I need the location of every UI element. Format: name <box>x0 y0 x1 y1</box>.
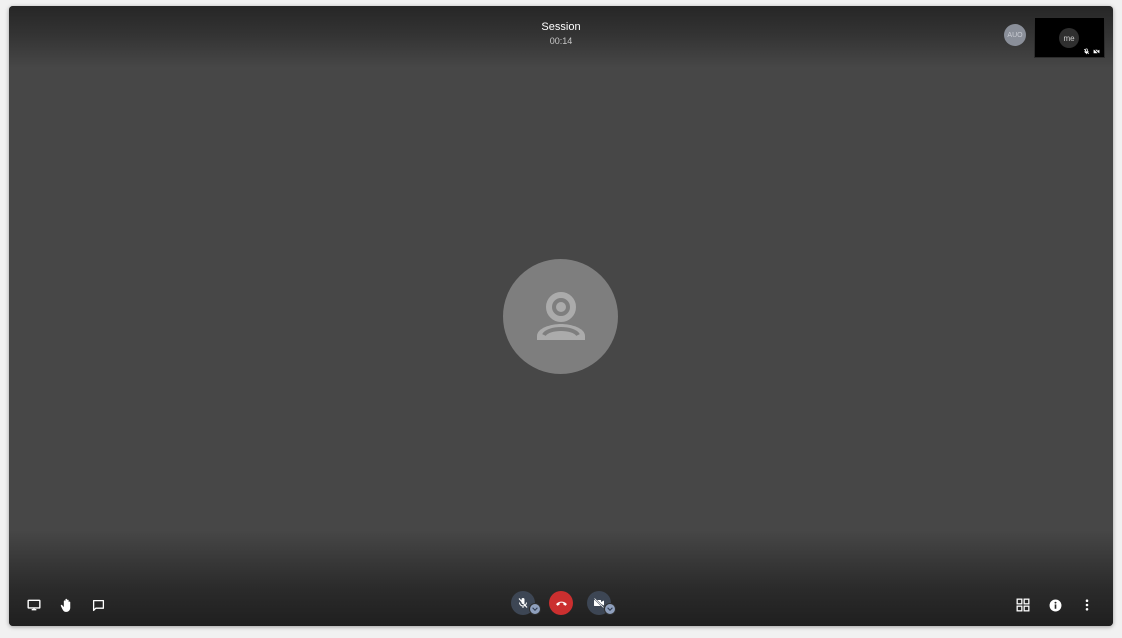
self-video-tile[interactable]: me <box>1034 17 1105 58</box>
mic-off-icon <box>518 598 528 608</box>
chevron-down-icon <box>607 607 613 611</box>
screen-share-button[interactable] <box>22 593 46 617</box>
meeting-window: Session 00:14 AUO me <box>9 6 1113 626</box>
info-button[interactable] <box>1043 593 1067 617</box>
session-timer: 00:14 <box>549 36 573 46</box>
mic-off-mini-icon <box>1083 48 1090 55</box>
chat-bubble-icon <box>92 599 104 611</box>
person-icon <box>536 291 585 340</box>
session-title: Session <box>541 21 581 33</box>
more-vertical-icon <box>1085 599 1089 611</box>
chat-button[interactable] <box>86 593 110 617</box>
hangup-button[interactable] <box>549 591 573 615</box>
self-avatar: me <box>1059 28 1079 48</box>
hand-icon <box>60 598 70 612</box>
more-options-button[interactable] <box>1075 593 1099 617</box>
session-header: Session 00:14 <box>9 20 1113 48</box>
phone-hangup-icon <box>555 601 567 606</box>
camera-options-button[interactable] <box>604 603 616 615</box>
info-icon <box>1049 599 1061 611</box>
remote-participant-avatar[interactable]: AUO <box>1004 24 1026 46</box>
microphone-options-button[interactable] <box>529 603 541 615</box>
tile-view-button[interactable] <box>1011 593 1035 617</box>
grid-icon <box>1016 598 1030 612</box>
monitor-icon <box>27 599 41 611</box>
self-status-icons <box>1083 48 1100 55</box>
participant-placeholder-avatar <box>503 259 618 374</box>
chevron-down-icon <box>532 607 538 611</box>
video-off-mini-icon <box>1093 48 1100 55</box>
raise-hand-button[interactable] <box>54 593 78 617</box>
